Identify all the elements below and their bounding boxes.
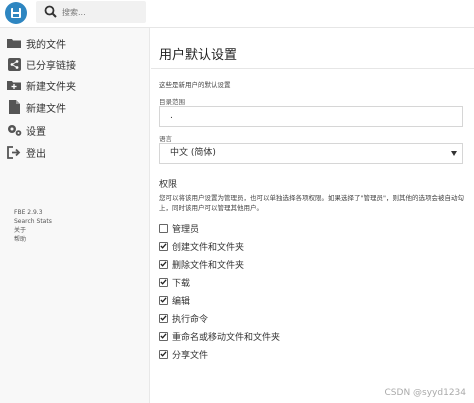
checkbox-checked[interactable] xyxy=(159,277,168,287)
permission-edit[interactable]: 编辑 xyxy=(159,293,190,307)
checkmark-icon xyxy=(160,351,167,357)
sidebar-item-my-files[interactable]: 我的文件 xyxy=(6,34,66,52)
permission-label: 执行命令 xyxy=(172,314,209,325)
sidebar-item-new-file[interactable]: 新建文件 xyxy=(6,98,66,116)
checkbox-checked[interactable] xyxy=(159,295,168,305)
language-selected-value: 中文 (简体) xyxy=(170,148,216,158)
main-content: 用户默认设置 这些是新用户的默认设置 目录范围 . 语言 中文 (简体) 权限 … xyxy=(151,28,474,403)
permission-create[interactable]: 创建文件和文件夹 xyxy=(159,239,244,253)
permission-label: 删除文件和文件夹 xyxy=(172,260,245,271)
checkbox-checked[interactable] xyxy=(159,313,168,323)
permission-admin[interactable]: 管理员 xyxy=(159,221,199,235)
sidebar-item-label: 设置 xyxy=(26,126,46,138)
checkmark-icon xyxy=(160,333,167,339)
version-text: FBE 2.9.3 xyxy=(14,209,43,216)
scope-label: 目录范围 xyxy=(159,98,185,106)
language-label: 语言 xyxy=(159,135,172,143)
permission-execute[interactable]: 执行命令 xyxy=(159,311,208,325)
sidebar-item-label: 登出 xyxy=(26,148,46,160)
checkmark-icon xyxy=(160,297,167,303)
permissions-description: 您可以将该用户设置为管理员，也可以单独选择各项权限。如果选择了"管理员"，则其他… xyxy=(159,194,464,212)
new-file-icon xyxy=(6,99,22,115)
sidebar: 我的文件 已分享链接 新建文件夹 新建文件 设置 登出 FBE 2.9.3 Se… xyxy=(0,28,150,403)
search-stats-link[interactable]: Search Stats xyxy=(14,217,52,226)
watermark: CSDN @syyd1234 xyxy=(384,388,466,398)
checkmark-icon xyxy=(160,261,167,267)
page-title: 用户默认设置 xyxy=(159,48,238,63)
permission-label: 管理员 xyxy=(172,224,200,235)
top-bar xyxy=(0,0,474,28)
sidebar-item-settings[interactable]: 设置 xyxy=(6,121,46,139)
checkbox-checked[interactable] xyxy=(159,331,168,341)
permission-share[interactable]: 分享文件 xyxy=(159,347,208,361)
share-icon xyxy=(6,56,22,72)
folder-icon xyxy=(6,35,22,51)
permission-label: 下载 xyxy=(172,278,191,289)
sidebar-item-label: 已分享链接 xyxy=(26,60,76,72)
settings-description: 这些是新用户的默认设置 xyxy=(159,81,231,89)
checkmark-icon xyxy=(160,279,167,285)
checkbox-unchecked[interactable] xyxy=(159,223,168,233)
permission-delete[interactable]: 删除文件和文件夹 xyxy=(159,257,244,271)
chevron-down-icon xyxy=(451,151,457,156)
permission-download[interactable]: 下载 xyxy=(159,275,190,289)
sidebar-footer: FBE 2.9.3 Search Stats 关于 帮助 xyxy=(14,208,52,244)
checkbox-checked[interactable] xyxy=(159,241,168,251)
app-logo[interactable] xyxy=(5,2,27,24)
sidebar-item-new-folder[interactable]: 新建文件夹 xyxy=(6,76,76,94)
checkbox-checked[interactable] xyxy=(159,259,168,269)
sidebar-item-label: 我的文件 xyxy=(26,39,66,51)
sidebar-item-logout[interactable]: 登出 xyxy=(6,143,46,161)
permission-label: 编辑 xyxy=(172,296,191,307)
search-box[interactable] xyxy=(36,1,146,23)
permission-label: 创建文件和文件夹 xyxy=(172,242,245,253)
sidebar-item-label: 新建文件 xyxy=(26,103,66,115)
checkmark-icon xyxy=(160,243,167,249)
permission-rename[interactable]: 重命名或移动文件和文件夹 xyxy=(159,329,280,343)
settings-icon xyxy=(6,122,22,138)
search-input[interactable] xyxy=(62,3,142,21)
new-folder-icon xyxy=(6,77,22,93)
checkbox-checked[interactable] xyxy=(159,349,168,359)
sidebar-item-shared-links[interactable]: 已分享链接 xyxy=(6,55,76,73)
search-icon xyxy=(44,5,57,18)
sidebar-item-label: 新建文件夹 xyxy=(26,81,76,93)
checkmark-icon xyxy=(160,315,167,321)
divider xyxy=(151,68,474,69)
language-select[interactable]: 中文 (简体) xyxy=(159,143,463,164)
help-link[interactable]: 帮助 xyxy=(14,235,52,244)
permissions-heading: 权限 xyxy=(159,180,178,190)
permission-label: 重命名或移动文件和文件夹 xyxy=(172,332,281,343)
scope-input[interactable]: . xyxy=(159,106,463,127)
logout-icon xyxy=(6,144,22,160)
settings-card: 用户默认设置 这些是新用户的默认设置 目录范围 . 语言 中文 (简体) 权限 … xyxy=(151,28,474,403)
permission-label: 分享文件 xyxy=(172,350,209,361)
about-link[interactable]: 关于 xyxy=(14,226,52,235)
logo-icon xyxy=(11,8,21,18)
